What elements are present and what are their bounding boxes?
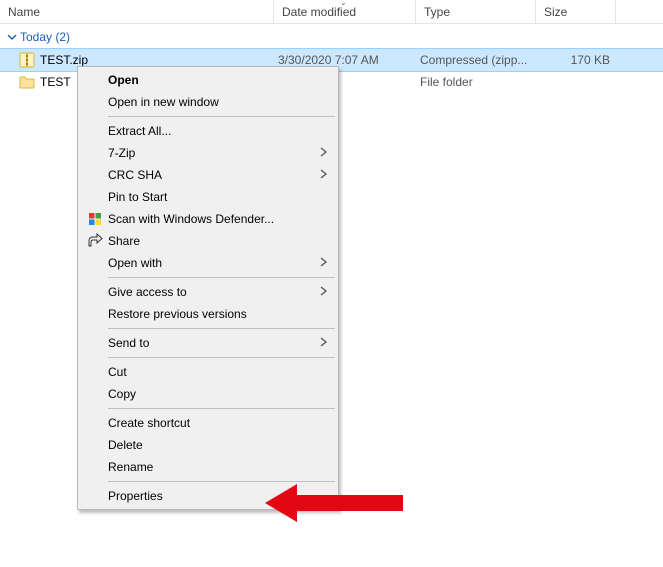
menu-item-label: CRC SHA xyxy=(106,168,336,182)
menu-item-label: Create shortcut xyxy=(106,416,336,430)
menu-item-send-to[interactable]: Send to xyxy=(80,332,336,354)
menu-item-label: Scan with Windows Defender... xyxy=(106,212,336,226)
menu-item-delete[interactable]: Delete xyxy=(80,434,336,456)
menu-item-label: Give access to xyxy=(106,285,336,299)
menu-item-copy[interactable]: Copy xyxy=(80,383,336,405)
menu-item-extract-all[interactable]: Extract All... xyxy=(80,120,336,142)
blank-icon xyxy=(84,485,106,507)
zip-file-icon xyxy=(18,51,36,69)
blank-icon xyxy=(84,186,106,208)
menu-item-restore-previous[interactable]: Restore previous versions xyxy=(80,303,336,325)
column-header-name[interactable]: Name xyxy=(0,0,274,23)
blank-icon xyxy=(84,120,106,142)
menu-item-label: Cut xyxy=(106,365,336,379)
menu-item-rename[interactable]: Rename xyxy=(80,456,336,478)
blank-icon xyxy=(84,434,106,456)
blank-icon xyxy=(84,91,106,113)
submenu-arrow-icon xyxy=(320,285,328,299)
menu-item-scan-defender[interactable]: Scan with Windows Defender... xyxy=(80,208,336,230)
column-headers: Name Date modified Type Size ⌄ xyxy=(0,0,663,24)
blank-icon xyxy=(84,69,106,91)
menu-item-label: Send to xyxy=(106,336,336,350)
file-date: 3/30/2020 7:07 AM xyxy=(278,53,420,67)
menu-item-label: Properties xyxy=(106,489,336,503)
menu-item-label: Rename xyxy=(106,460,336,474)
file-type: File folder xyxy=(420,75,540,89)
blank-icon xyxy=(84,332,106,354)
blank-icon xyxy=(84,303,106,325)
menu-item-label: Restore previous versions xyxy=(106,307,336,321)
menu-item-label: Extract All... xyxy=(106,124,336,138)
blank-icon xyxy=(84,252,106,274)
menu-item-create-shortcut[interactable]: Create shortcut xyxy=(80,412,336,434)
group-header-label: Today (2) xyxy=(20,30,70,44)
menu-item-pin-to-start[interactable]: Pin to Start xyxy=(80,186,336,208)
menu-item-open[interactable]: Open xyxy=(80,69,336,91)
blank-icon xyxy=(84,361,106,383)
group-header-today[interactable]: Today (2) xyxy=(0,24,663,49)
menu-item-crc-sha[interactable]: CRC SHA xyxy=(80,164,336,186)
blank-icon xyxy=(84,164,106,186)
submenu-arrow-icon xyxy=(320,146,328,160)
sort-caret-icon: ⌄ xyxy=(340,0,347,7)
column-header-type[interactable]: Type xyxy=(416,0,536,23)
menu-item-label: Open xyxy=(106,73,336,87)
chevron-down-icon xyxy=(6,31,18,43)
column-header-size[interactable]: Size xyxy=(536,0,616,23)
menu-item-label: Open with xyxy=(106,256,336,270)
blank-icon xyxy=(84,383,106,405)
column-header-type-label: Type xyxy=(424,5,450,19)
menu-item-share[interactable]: Share xyxy=(80,230,336,252)
menu-item-open-new-window[interactable]: Open in new window xyxy=(80,91,336,113)
column-header-name-label: Name xyxy=(8,5,40,19)
menu-item-properties[interactable]: Properties xyxy=(80,485,336,507)
blank-icon xyxy=(84,281,106,303)
menu-item-7zip[interactable]: 7-Zip xyxy=(80,142,336,164)
context-menu: Open Open in new window Extract All... 7… xyxy=(77,66,339,510)
submenu-arrow-icon xyxy=(320,336,328,350)
menu-item-label: Share xyxy=(106,234,336,248)
menu-separator xyxy=(108,328,335,329)
blank-icon xyxy=(84,456,106,478)
menu-item-open-with[interactable]: Open with xyxy=(80,252,336,274)
menu-item-label: 7-Zip xyxy=(106,146,336,160)
menu-item-label: Delete xyxy=(106,438,336,452)
blank-icon xyxy=(84,142,106,164)
menu-separator xyxy=(108,277,335,278)
blank-icon xyxy=(84,412,106,434)
menu-item-cut[interactable]: Cut xyxy=(80,361,336,383)
menu-separator xyxy=(108,116,335,117)
share-icon xyxy=(84,230,106,252)
menu-item-label: Pin to Start xyxy=(106,190,336,204)
menu-separator xyxy=(108,481,335,482)
column-header-size-label: Size xyxy=(544,5,567,19)
folder-icon xyxy=(18,73,36,91)
submenu-arrow-icon xyxy=(320,168,328,182)
menu-item-label: Copy xyxy=(106,387,336,401)
menu-separator xyxy=(108,408,335,409)
file-size: 170 KB xyxy=(540,53,610,67)
menu-separator xyxy=(108,357,335,358)
menu-item-label: Open in new window xyxy=(106,95,336,109)
file-name: TEST.zip xyxy=(40,53,278,67)
defender-shield-icon xyxy=(84,208,106,230)
menu-item-give-access-to[interactable]: Give access to xyxy=(80,281,336,303)
file-type: Compressed (zipp... xyxy=(420,53,540,67)
submenu-arrow-icon xyxy=(320,256,328,270)
